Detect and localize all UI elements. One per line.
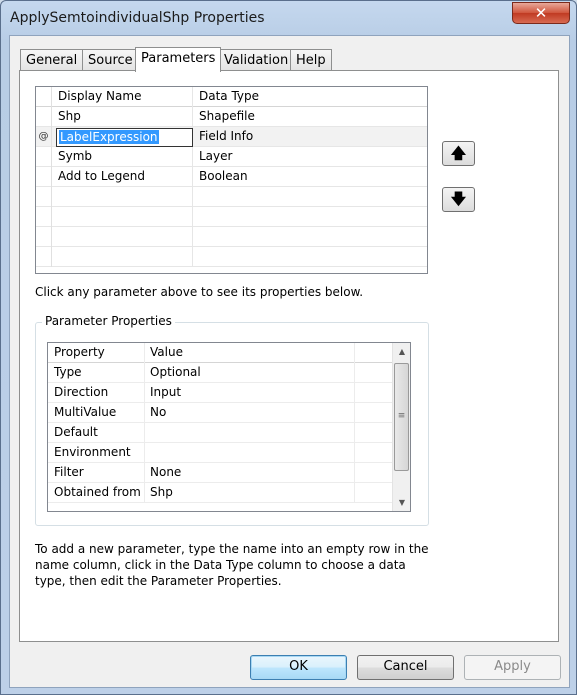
properties-grid: Property Value Type Optional Direction I… — [47, 342, 411, 512]
properties-dialog: ApplySemtoindividualShp Properties ✕ Gen… — [0, 0, 577, 695]
hint-text: Click any parameter above to see its pro… — [35, 285, 364, 299]
empty-row[interactable] — [36, 207, 427, 227]
table-row[interactable]: Shp Shapefile — [36, 107, 427, 127]
table-row[interactable]: Environment — [48, 443, 392, 463]
parameters-panel: Display Name Data Type Shp Shapefile @ L… — [19, 70, 559, 642]
property-name: Type — [48, 363, 145, 383]
parameter-name-cell[interactable]: Symb — [52, 147, 193, 167]
dialog-client: General Source Parameters Validation Hel… — [9, 35, 570, 688]
move-up-button[interactable]: 🡅 — [442, 141, 475, 166]
close-icon: ✕ — [534, 4, 548, 22]
property-name: Default — [48, 423, 145, 443]
tab-general[interactable]: General — [20, 49, 84, 71]
properties-scrollbar[interactable]: ▲ ≡ ▼ — [392, 343, 410, 511]
table-row[interactable]: Type Optional — [48, 363, 392, 383]
apply-button[interactable]: Apply — [464, 655, 561, 680]
column-header-display-name[interactable]: Display Name — [52, 87, 193, 107]
scroll-up-arrow-icon[interactable]: ▲ — [393, 343, 410, 360]
arrow-up-icon: 🡅 — [450, 144, 467, 162]
table-row[interactable]: MultiValue No — [48, 403, 392, 423]
column-header-property[interactable]: Property — [48, 343, 145, 363]
property-name: Filter — [48, 463, 145, 483]
table-row[interactable]: Default — [48, 423, 392, 443]
column-header-value[interactable]: Value — [145, 343, 355, 363]
title-bar[interactable]: ApplySemtoindividualShp Properties ✕ — [1, 1, 576, 35]
column-header-data-type[interactable]: Data Type — [193, 87, 427, 107]
tab-help[interactable]: Help — [290, 49, 332, 71]
row-selector[interactable] — [36, 107, 52, 127]
tab-validation[interactable]: Validation — [218, 49, 295, 71]
parameter-type-cell[interactable]: Shapefile — [193, 107, 427, 127]
property-name: Direction — [48, 383, 145, 403]
property-value[interactable]: Optional — [145, 363, 355, 383]
row-selector[interactable]: @ — [36, 127, 52, 147]
close-button[interactable]: ✕ — [512, 2, 570, 24]
cancel-button[interactable]: Cancel — [357, 655, 454, 680]
parameter-type-cell[interactable]: Field Info — [193, 127, 427, 147]
instructions-text: To add a new parameter, type the name in… — [35, 542, 429, 588]
group-title: Parameter Properties — [42, 314, 175, 328]
parameter-properties-group: Parameter Properties Property Value Type… — [35, 314, 429, 526]
property-value[interactable]: None — [145, 463, 355, 483]
arrow-down-icon: 🡇 — [450, 190, 467, 208]
parameter-name-editor[interactable]: LabelExpression — [56, 128, 193, 147]
move-down-button[interactable]: 🡇 — [442, 187, 475, 212]
row-selector[interactable] — [36, 167, 52, 187]
empty-row[interactable] — [36, 247, 427, 267]
parameters-grid: Display Name Data Type Shp Shapefile @ L… — [35, 86, 428, 274]
scroll-down-arrow-icon[interactable]: ▼ — [393, 494, 410, 511]
property-name: MultiValue — [48, 403, 145, 423]
empty-row[interactable] — [36, 187, 427, 207]
property-name: Obtained from — [48, 483, 145, 503]
table-row[interactable]: Direction Input — [48, 383, 392, 403]
table-row[interactable]: @ LabelExpression Field Info — [36, 127, 427, 147]
row-selector[interactable] — [36, 147, 52, 167]
tab-source[interactable]: Source — [82, 49, 139, 71]
property-value[interactable] — [145, 443, 355, 463]
scrollbar-thumb[interactable]: ≡ — [394, 363, 409, 471]
parameter-type-cell[interactable]: Boolean — [193, 167, 427, 187]
table-row[interactable]: Add to Legend Boolean — [36, 167, 427, 187]
table-row[interactable]: Symb Layer — [36, 147, 427, 167]
table-row[interactable]: Obtained from Shp — [48, 483, 392, 503]
property-value[interactable]: Shp — [145, 483, 355, 503]
selected-text: LabelExpression — [59, 130, 159, 144]
window-title: ApplySemtoindividualShp Properties — [10, 10, 265, 26]
tab-parameters[interactable]: Parameters — [135, 47, 222, 72]
properties-header: Property Value — [48, 343, 392, 363]
property-value[interactable]: Input — [145, 383, 355, 403]
property-value[interactable]: No — [145, 403, 355, 423]
property-name: Environment — [48, 443, 145, 463]
parameter-name-cell[interactable]: Add to Legend — [52, 167, 193, 187]
parameter-name-cell[interactable]: Shp — [52, 107, 193, 127]
empty-row[interactable] — [36, 227, 427, 247]
grid-header: Display Name Data Type — [36, 87, 427, 107]
parameter-type-cell[interactable]: Layer — [193, 147, 427, 167]
table-row[interactable]: Filter None — [48, 463, 392, 483]
ok-button[interactable]: OK — [250, 655, 347, 680]
property-value[interactable] — [145, 423, 355, 443]
